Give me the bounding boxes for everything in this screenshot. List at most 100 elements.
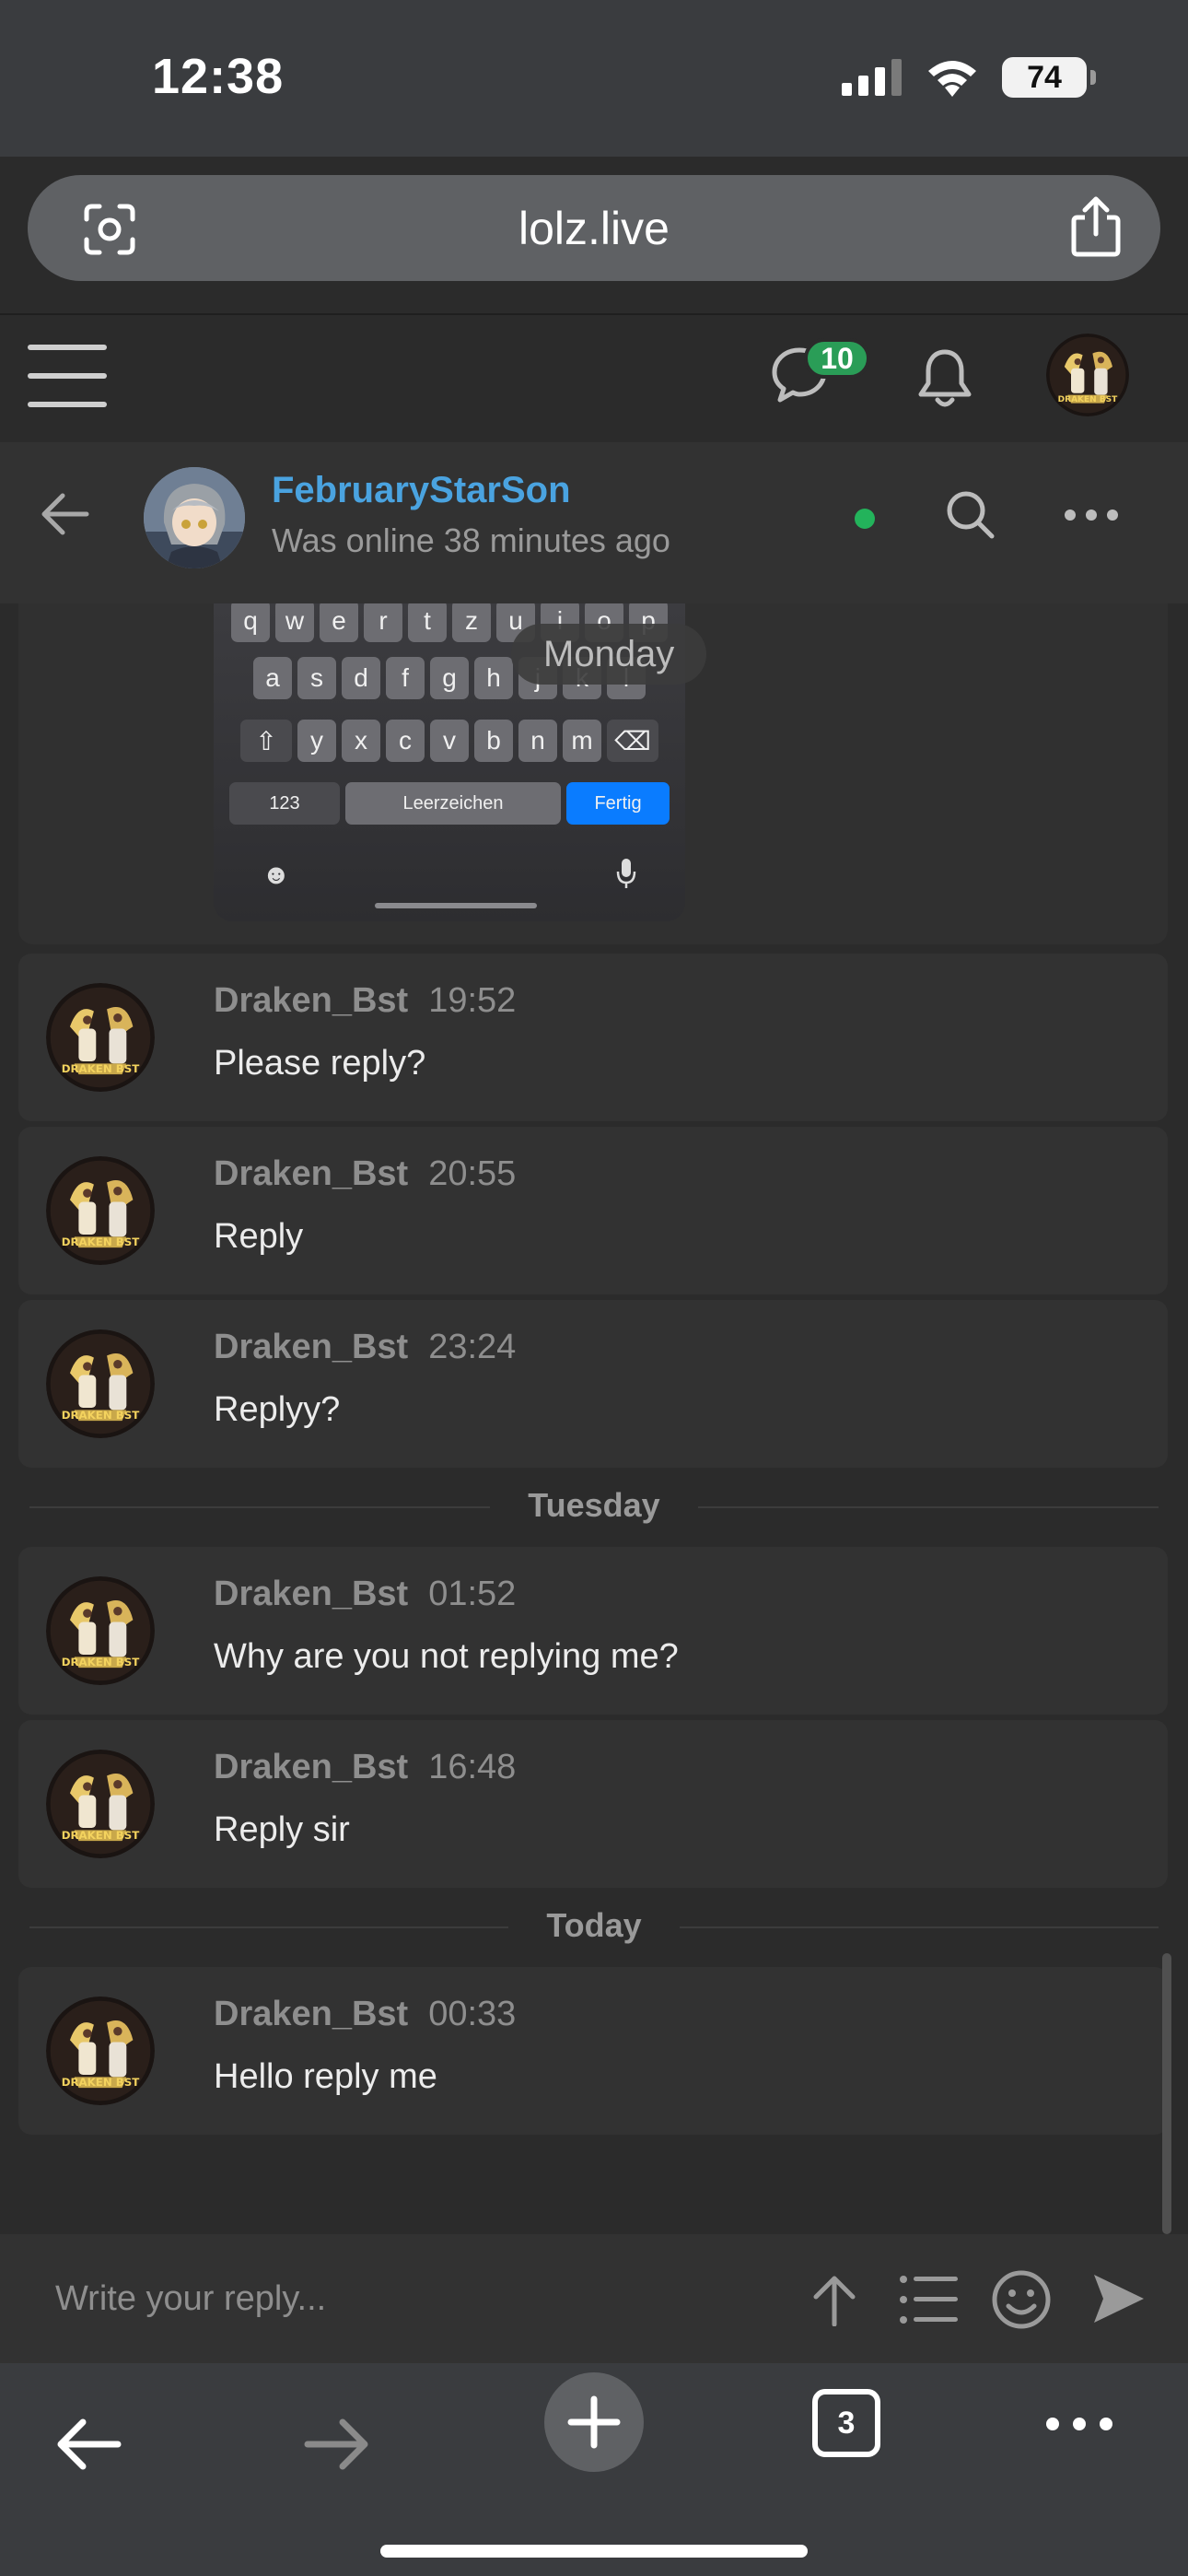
messages-badge[interactable]: 10 (804, 338, 870, 379)
cellular-signal-icon (842, 59, 902, 96)
key: m (563, 720, 601, 762)
status-bar: 12:38 74 (0, 0, 1188, 157)
keyboard-home-indicator (375, 903, 537, 908)
browser-forward-icon[interactable] (304, 2417, 372, 2472)
image-message[interactable]: q w e r t z u i o p a s d f g h j k l (18, 603, 1168, 944)
message-text: Please reply? (214, 1044, 426, 1083)
conversation-header: FebruaryStarSon Was online 38 minutes ag… (0, 442, 1188, 603)
author-avatar-image (46, 1576, 155, 1685)
site-header: 10 (0, 313, 1188, 442)
author-name[interactable]: Draken_Bst (214, 1995, 408, 2033)
contact-avatar[interactable] (144, 467, 245, 568)
message-header: Draken_Bst 16:48 (214, 1748, 516, 1787)
author-name[interactable]: Draken_Bst (214, 1328, 408, 1366)
message-header: Draken_Bst 00:33 (214, 1995, 516, 2034)
list-format-icon[interactable] (899, 2275, 958, 2324)
url-text[interactable]: lolz.live (28, 202, 1160, 255)
share-icon[interactable] (1068, 195, 1124, 258)
more-options-icon[interactable] (1064, 509, 1119, 521)
status-icons: 74 (842, 57, 1096, 98)
key: x (342, 720, 380, 762)
online-status-dot (855, 509, 875, 529)
key: v (430, 720, 469, 762)
key: y (297, 720, 336, 762)
message-item[interactable]: Draken_Bst 01:52 Why are you not replying… (18, 1547, 1168, 1715)
emoji-smile-icon[interactable] (991, 2269, 1052, 2330)
space-key: Leerzeichen (345, 782, 561, 825)
tabs-button[interactable]: 3 (812, 2389, 880, 2457)
keyboard-row-3: ⇧ y x c v b n m ⌫ (214, 720, 685, 762)
scrollbar-thumb[interactable] (1162, 1953, 1171, 2234)
message-item[interactable]: Draken_Bst 16:48 Reply sir (18, 1720, 1168, 1888)
author-avatar[interactable] (46, 1750, 155, 1858)
author-avatar[interactable] (46, 1156, 155, 1265)
message-time: 20:55 (428, 1154, 517, 1193)
new-tab-button[interactable] (544, 2372, 644, 2472)
author-avatar[interactable] (46, 1576, 155, 1685)
avatar-image (1046, 334, 1129, 416)
contact-name[interactable]: FebruaryStarSon (272, 470, 571, 511)
key: b (474, 720, 513, 762)
author-name[interactable]: Draken_Bst (214, 1154, 408, 1193)
date-separator-today: Today (29, 1904, 1159, 1950)
message-item[interactable]: Draken_Bst 20:55 Reply (18, 1127, 1168, 1294)
message-item[interactable]: Draken_Bst 00:33 Hello reply me (18, 1967, 1168, 2135)
author-avatar[interactable] (46, 983, 155, 1092)
shift-key-icon: ⇧ (240, 720, 292, 762)
message-time: 01:52 (428, 1575, 517, 1613)
browser-back-icon[interactable] (53, 2417, 122, 2472)
plus-icon (567, 2395, 621, 2449)
author-avatar-image (46, 1329, 155, 1438)
key: n (518, 720, 557, 762)
message-text: Reply (214, 1217, 304, 1256)
key: s (297, 657, 336, 699)
author-avatar-image (46, 1156, 155, 1265)
date-separator-tuesday: Tuesday (29, 1484, 1159, 1530)
user-avatar[interactable] (1046, 334, 1129, 416)
send-icon[interactable] (1090, 2271, 1147, 2326)
notifications-bell-icon[interactable] (912, 345, 978, 411)
date-pill-monday: Monday (511, 624, 707, 685)
key: w (275, 603, 314, 642)
chat-messages-area[interactable]: q w e r t z u i o p a s d f g h j k l (0, 603, 1188, 2234)
message-text: Hello reply me (214, 2057, 437, 2096)
author-name[interactable]: Draken_Bst (214, 981, 408, 1020)
reply-bar (0, 2234, 1188, 2363)
reply-input[interactable] (0, 2234, 792, 2363)
key: f (386, 657, 425, 699)
message-time: 23:24 (428, 1328, 517, 1366)
numbers-key: 123 (229, 782, 340, 825)
message-item[interactable]: Draken_Bst 23:24 Replyy? (18, 1300, 1168, 1468)
more-icon[interactable] (1045, 2417, 1113, 2431)
key: q (231, 603, 270, 642)
back-arrow-icon[interactable] (39, 488, 90, 540)
microphone-icon (616, 859, 636, 888)
address-bar[interactable]: lolz.live (28, 175, 1160, 281)
message-item[interactable]: Draken_Bst 19:52 Please reply? (18, 954, 1168, 1121)
author-avatar-image (46, 1750, 155, 1858)
author-avatar-image (46, 983, 155, 1092)
message-text: Why are you not replying me? (214, 1637, 679, 1676)
author-name[interactable]: Draken_Bst (214, 1748, 408, 1786)
key: t (408, 603, 447, 642)
message-header: Draken_Bst 19:52 (214, 981, 516, 1021)
done-key: Fertig (566, 782, 670, 825)
author-avatar[interactable] (46, 1996, 155, 2105)
arrow-up-icon[interactable] (810, 2273, 858, 2326)
home-indicator[interactable] (380, 2545, 808, 2558)
key: r (364, 603, 402, 642)
key: h (474, 657, 513, 699)
message-time: 16:48 (428, 1748, 517, 1786)
message-text: Reply sir (214, 1810, 350, 1849)
keyboard-row-4: 123 Leerzeichen Fertig (214, 782, 685, 825)
contact-last-seen: Was online 38 minutes ago (272, 521, 670, 559)
key: d (342, 657, 380, 699)
contact-avatar-image (144, 467, 245, 568)
author-avatar[interactable] (46, 1329, 155, 1438)
date-separator-label: Tuesday (528, 1486, 660, 1524)
menu-icon[interactable] (28, 341, 107, 411)
author-name[interactable]: Draken_Bst (214, 1575, 408, 1613)
search-icon[interactable] (944, 488, 996, 540)
message-time: 19:52 (428, 981, 517, 1020)
message-text: Replyy? (214, 1390, 341, 1429)
